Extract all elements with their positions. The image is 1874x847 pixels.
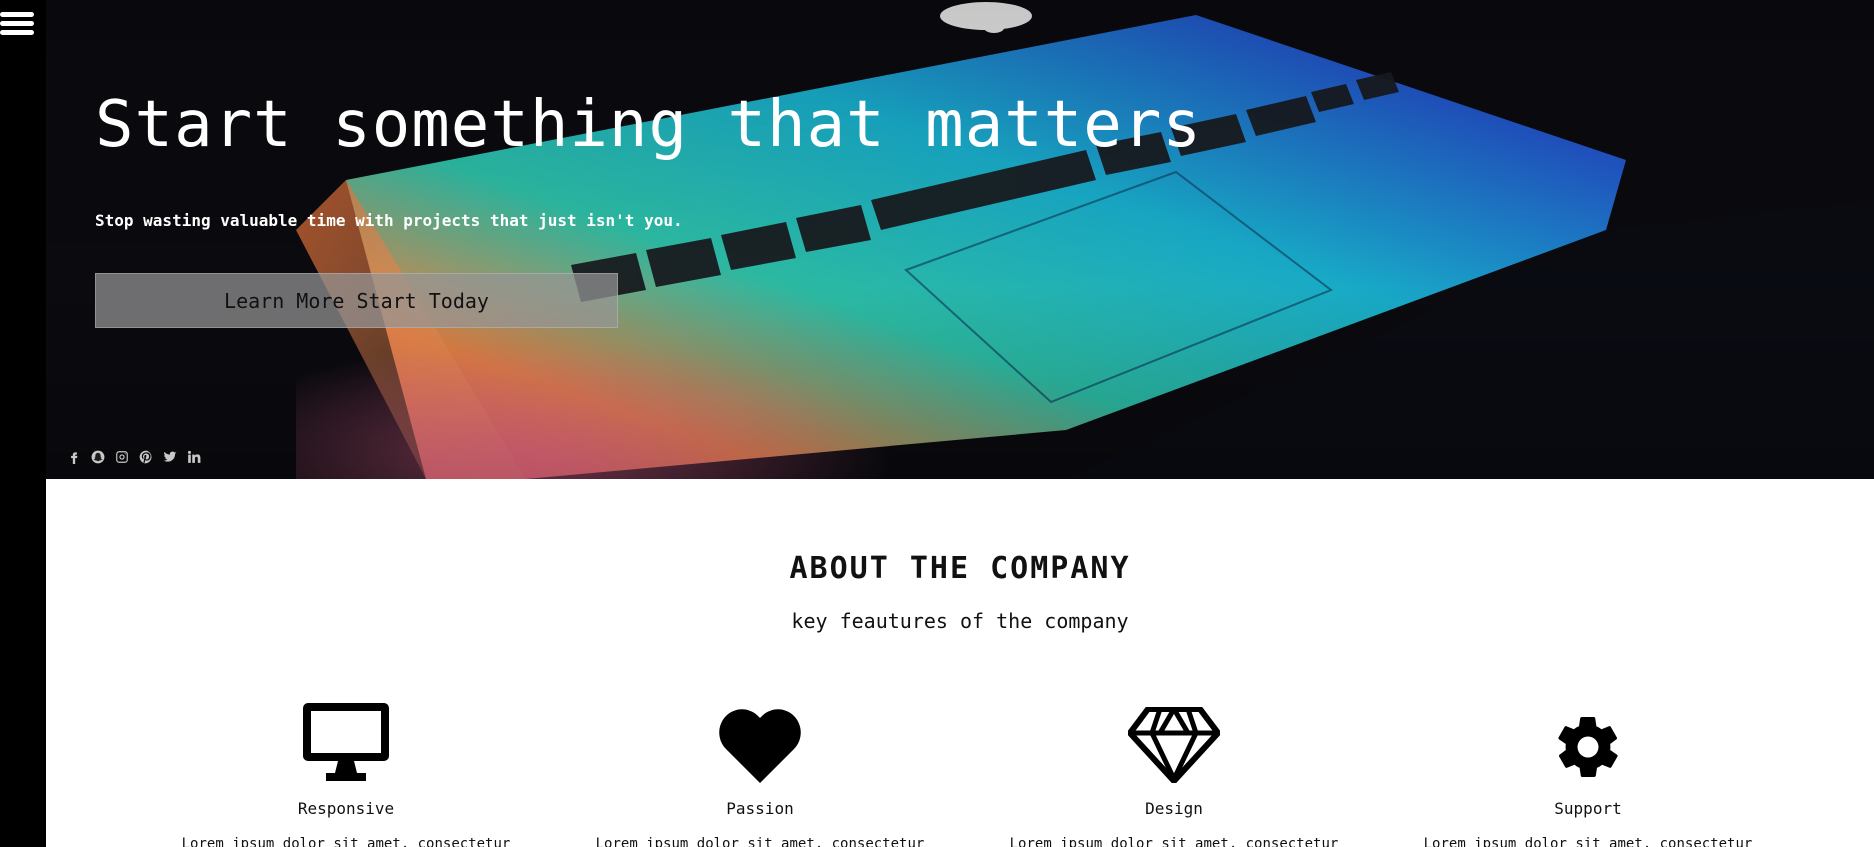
- feature-text: Lorem ipsum dolor sit amet, consectetur: [181, 836, 511, 847]
- learn-more-button[interactable]: Learn More Start Today: [95, 273, 618, 328]
- about-subtitle: key feautures of the company: [791, 609, 1129, 633]
- hamburger-menu-icon[interactable]: [0, 6, 36, 40]
- feature-design: Design Lorem ipsum dolor sit amet, conse…: [974, 701, 1374, 847]
- feature-label: Passion: [726, 799, 794, 818]
- diamond-icon: [1128, 707, 1220, 783]
- instagram-icon[interactable]: [114, 449, 130, 465]
- feature-text: Lorem ipsum dolor sit amet, consectetur: [595, 836, 925, 847]
- pinterest-icon[interactable]: [138, 449, 154, 465]
- sidebar: [0, 0, 46, 847]
- about-title: ABOUT THE COMPANY: [789, 551, 1131, 586]
- heart-icon: [719, 709, 801, 783]
- social-links: [66, 449, 202, 465]
- facebook-icon[interactable]: [66, 449, 82, 465]
- desktop-icon: [303, 703, 389, 781]
- feature-passion: Passion Lorem ipsum dolor sit amet, cons…: [560, 701, 960, 847]
- hero-title: Start something that matters: [95, 88, 1202, 162]
- feature-text: Lorem ipsum dolor sit amet, consectetur: [1423, 836, 1753, 847]
- hero-overlay: [46, 0, 1874, 479]
- hero-section: Start something that matters Stop wastin…: [46, 0, 1874, 479]
- feature-label: Support: [1554, 799, 1622, 818]
- linkedin-icon[interactable]: [186, 449, 202, 465]
- feature-text: Lorem ipsum dolor sit amet, consectetur: [1009, 836, 1339, 847]
- twitter-icon[interactable]: [162, 449, 178, 465]
- snapchat-icon[interactable]: [90, 449, 106, 465]
- feature-label: Design: [1145, 799, 1203, 818]
- feature-responsive: Responsive Lorem ipsum dolor sit amet, c…: [146, 701, 546, 847]
- feature-label: Responsive: [297, 799, 395, 818]
- gear-icon: [1558, 717, 1618, 777]
- about-section: ABOUT THE COMPANY key feautures of the c…: [46, 479, 1874, 847]
- feature-support: Support Lorem ipsum dolor sit amet, cons…: [1388, 701, 1788, 847]
- hero-subtitle: Stop wasting valuable time with projects…: [95, 211, 683, 230]
